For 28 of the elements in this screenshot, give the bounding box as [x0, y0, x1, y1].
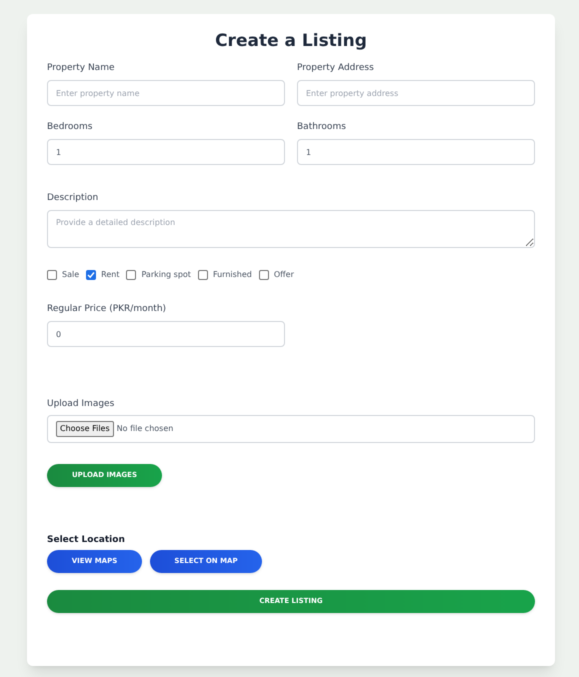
checkbox[interactable] — [198, 270, 208, 280]
form-title: Create a Listing — [214, 30, 368, 52]
field-label: Regular Price (PKR/month) — [47, 303, 168, 316]
input-field[interactable]: 0 — [47, 321, 285, 347]
input-field[interactable]: 1 — [47, 139, 285, 165]
checkbox-label: Furnished — [212, 269, 252, 281]
checkbox-label: Sale — [62, 269, 80, 281]
checkbox[interactable] — [258, 270, 269, 280]
field-label: Bathrooms — [297, 121, 347, 134]
input-field[interactable]: Enter property address — [297, 80, 535, 106]
description-field[interactable]: Provide a detailed description — [47, 210, 535, 248]
section-label: Select Location — [47, 534, 126, 547]
checkbox-label: Parking spot — [141, 269, 191, 281]
input-field[interactable]: 1 — [297, 139, 535, 165]
choose-files-button[interactable]: Choose Files — [56, 421, 114, 437]
checkbox-label: Offer — [274, 269, 294, 281]
checkbox[interactable] — [47, 270, 57, 280]
field-label: Upload Images — [47, 398, 116, 411]
field-label: Property Name — [47, 62, 116, 75]
field-label: Description — [47, 192, 100, 205]
checkbox[interactable] — [126, 270, 136, 280]
field-label: Bedrooms — [47, 121, 94, 134]
field-label: Property Address — [297, 62, 375, 75]
checkbox-label: Rent — [101, 269, 120, 281]
checkbox[interactable] — [86, 270, 96, 280]
input-field[interactable]: Enter property name — [47, 80, 285, 106]
file-input-field[interactable]: Choose Files No file chosen — [47, 415, 535, 443]
file-status-text: No file chosen — [116, 423, 174, 435]
